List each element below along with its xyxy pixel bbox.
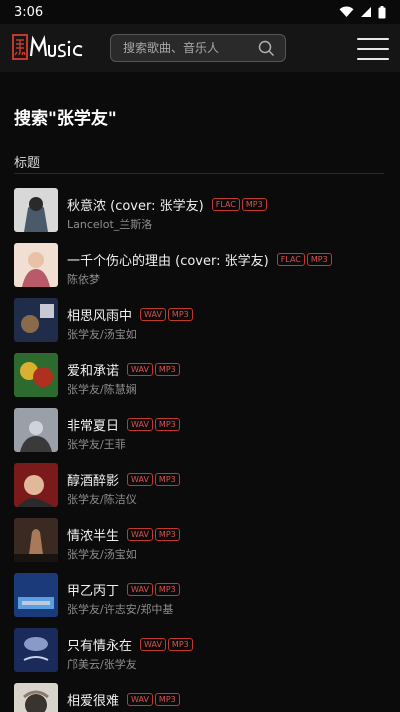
format-badge: MP3 [241,198,267,211]
album-cover [14,188,58,232]
format-badge: MP3 [154,473,180,486]
list-item[interactable]: 秋意浓 (cover: 张学友) FLAC MP3 Lancelot_兰斯洛 [0,184,400,239]
song-title: 醇酒醉影 [67,474,120,489]
search-icon[interactable] [258,40,275,57]
list-item[interactable]: 醇酒醉影 WAV MP3 张学友/陈洁仪 [0,459,400,514]
list-item[interactable]: 情浓半生 WAV MP3 张学友/汤宝如 [0,514,400,569]
song-title: 相爱很难 [67,694,120,709]
search-input[interactable] [123,41,253,55]
list-item[interactable]: 甲乙丙丁 WAV MP3 张学友/许志安/郑中基 [0,569,400,624]
menu-bar-middle [357,48,389,50]
format-badge: MP3 [167,638,193,651]
format-badge: WAV [127,528,153,541]
song-list: 秋意浓 (cover: 张学友) FLAC MP3 Lancelot_兰斯洛 一… [0,184,400,712]
album-cover [14,298,58,342]
wifi-icon [339,6,354,17]
song-title: 爱和承诺 [67,364,120,379]
format-badge: MP3 [167,308,193,321]
list-item[interactable]: 一千个伤心的理由 (cover: 张学友) FLAC MP3 陈依梦 [0,239,400,294]
logo-graphic [12,34,83,60]
song-artist: 张学友/陈洁仪 [67,493,137,506]
format-badge: MP3 [154,693,180,706]
format-badge: WAV [127,693,153,706]
album-cover [14,408,58,452]
format-badge: FLAC [276,253,305,266]
list-item[interactable]: 非常夏日 WAV MP3 张学友/王菲 [0,404,400,459]
hamburger-menu-icon[interactable] [357,38,389,60]
format-badge: MP3 [154,363,180,376]
song-title: 一千个伤心的理由 (cover: 张学友) [67,254,269,269]
format-badge: WAV [140,308,166,321]
menu-bar-top [357,38,389,40]
status-bar: 3:06 [0,0,400,24]
search-box[interactable] [110,34,286,62]
format-badges: FLAC MP3 [276,253,332,266]
divider [14,173,384,174]
format-badges: WAV MP3 [127,528,180,541]
section-label-title: 标题 [14,156,41,171]
album-cover [14,683,58,712]
album-cover [14,353,58,397]
format-badge: MP3 [154,583,180,596]
format-badges: WAV MP3 [140,638,193,651]
status-icons [339,5,386,19]
format-badges: WAV MP3 [127,583,180,596]
menu-bar-bottom [357,58,389,60]
song-artist: 张学友/许志安/郑中基 [67,603,174,616]
album-cover [14,518,58,562]
song-artist: 陈依梦 [67,273,100,286]
format-badge: WAV [140,638,166,651]
format-badges: WAV MP3 [127,693,180,706]
format-badge: WAV [127,583,153,596]
song-artist: 张学友/陈慧娴 [67,383,137,396]
list-item[interactable]: 爱和承诺 WAV MP3 张学友/陈慧娴 [0,349,400,404]
song-artist: 张学友/汤宝如 [67,328,137,341]
format-badge: MP3 [154,418,180,431]
battery-icon [378,5,386,18]
format-badges: WAV MP3 [127,473,180,486]
song-title: 秋意浓 (cover: 张学友) [67,199,204,214]
song-title: 情浓半生 [67,529,120,544]
song-artist: 邝美云/张学友 [67,658,137,671]
song-title: 非常夏日 [67,419,120,434]
album-cover [14,243,58,287]
album-cover [14,573,58,617]
format-badge: FLAC [211,198,240,211]
page-title: 搜索"张学友" [14,109,117,129]
format-badge: MP3 [154,528,180,541]
status-time: 3:06 [14,4,44,20]
format-badge: WAV [127,473,153,486]
song-title: 只有情永在 [67,639,133,654]
album-cover [14,628,58,672]
list-item[interactable]: 只有情永在 WAV MP3 邝美云/张学友 [0,624,400,679]
album-cover [14,463,58,507]
format-badges: FLAC MP3 [211,198,267,211]
app-logo[interactable] [12,32,84,62]
song-artist: 张学友/王菲 [67,438,126,451]
song-title: 相思风雨中 [67,309,133,324]
list-item[interactable]: 相爱很难 WAV MP3 [0,679,400,712]
app-header [0,24,400,72]
format-badges: WAV MP3 [140,308,193,321]
song-artist: Lancelot_兰斯洛 [67,218,153,231]
list-item[interactable]: 相思风雨中 WAV MP3 张学友/汤宝如 [0,294,400,349]
format-badges: WAV MP3 [127,418,180,431]
song-artist: 张学友/汤宝如 [67,548,137,561]
format-badge: WAV [127,418,153,431]
signal-icon [361,7,371,17]
format-badge: MP3 [306,253,332,266]
song-title: 甲乙丙丁 [67,584,120,599]
format-badges: WAV MP3 [127,363,180,376]
format-badge: WAV [127,363,153,376]
